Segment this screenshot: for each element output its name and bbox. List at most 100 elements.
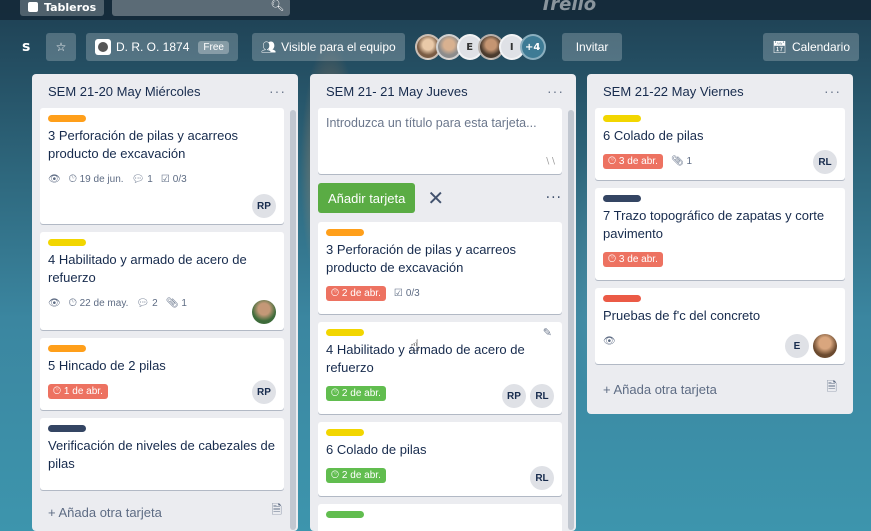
card-label[interactable] [326,511,364,518]
list-header[interactable]: SEM 21-22 May Viernes ··· [587,74,853,108]
due-date-badge[interactable]: 🕑︎ 2 de abr. [326,385,386,401]
member-avatar[interactable]: RL [530,466,554,490]
card-label[interactable] [48,425,86,432]
member-avatar[interactable] [252,300,276,324]
due-date-badge[interactable]: 🕑︎ 3 de abr. [603,153,663,169]
composer-actions: Añadir tarjeta ✕ ··· [310,182,570,214]
card-label[interactable] [48,115,86,122]
invite-button[interactable]: Invitar [561,33,623,61]
card-label[interactable] [603,115,641,122]
member-avatar[interactable]: RP [252,380,276,404]
card-label[interactable] [326,329,364,336]
search-icon: 🔍︎ [270,0,285,12]
card-list: 6 Colado de pilas 🕑︎ 3 de abr. 📎︎ 1 RL 7 T… [587,108,853,364]
visibility-button[interactable]: 👥︎ Visible para el equipo [251,33,405,61]
clock-icon: 🕑︎ [331,287,339,299]
list-card[interactable]: 7 Trazo topográfico de zapatas y corte p… [595,188,845,280]
due-date-text: 19 de jun. [79,173,124,185]
boards-button[interactable]: Tableros [20,0,105,16]
list-card[interactable]: 3 Perforación de pilas y acarreos produc… [40,108,284,224]
due-date-text: 1 de abr. [63,385,103,397]
checklist-badge: ☑ 0/3 [161,174,187,185]
trello-logo: Trello [540,0,597,15]
add-card-button[interactable]: + Añada otra tarjeta 🗎︎ [587,372,853,406]
star-button[interactable]: ☆ [46,33,76,61]
comment-icon: 💬︎ [136,297,150,309]
member-avatar[interactable]: RP [502,384,526,408]
due-date-badge[interactable]: 🕑︎ 3 de abr. [603,251,663,267]
card-label[interactable] [326,229,364,236]
list-card[interactable]: ✎ 4 Habilitado y armado de acero de refu… [318,322,562,414]
card-title: 6 Colado de pilas [326,442,427,457]
close-icon[interactable]: ✕ [427,186,444,210]
list-card[interactable]: 6 Colado de pilas 🕑︎ 2 de abr. RL [318,422,562,496]
edit-pencil-icon[interactable]: ✎ [543,326,552,339]
card-title: 5 Hincado de 2 pilas [48,358,166,373]
resize-handle-icon[interactable]: ∖∖ [545,152,556,170]
attachments-count: 1 [686,155,693,167]
hand-cursor-icon: ☝ [410,336,420,355]
add-card-button[interactable]: + Añada otra tarjeta 🗎︎ [32,495,298,529]
checklist-icon: ☑ [393,287,403,299]
list-card[interactable]: Pruebas de f'c del concreto 👁︎ E [595,288,845,364]
list-menu-icon[interactable]: ··· [824,83,841,99]
card-label[interactable] [603,295,641,302]
member-avatar[interactable]: E [785,334,809,358]
search-input[interactable]: 🔍︎ [112,0,291,16]
list-menu-icon[interactable]: ··· [547,83,564,99]
card-badges: 🕑︎ 2 de abr. [326,465,554,485]
list-card[interactable]: 5 Hincado de 2 pilas 🕑︎ 1 de abr. RP [40,338,284,410]
team-name: D. R. O. 1874 [116,40,190,54]
list-card[interactable]: Verificación de niveles de cabezales de … [40,418,284,490]
due-date-badge[interactable]: 🕑︎ 19 de jun. [69,174,124,185]
clock-icon: 🕑︎ [53,385,61,397]
card-title: 3 Perforación de pilas y acarreos produc… [48,128,239,161]
clock-icon: 🕑︎ [608,155,616,167]
list-card[interactable]: 4 Habilitado y armado de acero de refuer… [40,232,284,330]
team-button[interactable]: D. R. O. 1874 Free [86,33,238,61]
list-card[interactable]: 3 Perforación de pilas y acarreos produc… [318,222,562,314]
member-avatar[interactable]: RL [813,150,837,174]
boards-icon [28,2,38,12]
paperclip-icon: 📎︎ [670,155,684,167]
comments-badge: 💬︎ 1 [132,174,153,185]
due-date-text: 2 de abr. [341,469,381,481]
boards-label: Tableros [44,0,97,14]
visibility-label: Visible para el equipo [281,40,396,54]
list-header[interactable]: SEM 21- 21 May Jueves ··· [310,74,576,108]
list-title[interactable]: SEM 21-22 May Viernes [603,84,744,99]
list-title[interactable]: SEM 21-20 May Miércoles [48,84,200,99]
comments-count: 2 [152,297,158,309]
due-date-text: 3 de abr. [618,253,658,265]
list-title[interactable]: SEM 21- 21 May Jueves [326,84,468,99]
comments-count: 1 [147,173,153,185]
due-date-badge[interactable]: 🕑︎ 1 de abr. [48,383,108,399]
checklist-icon: ☑ [160,173,170,185]
card-title-input[interactable]: Introduzca un título para esta tarjeta..… [318,108,562,174]
more-members-badge[interactable]: +4 [519,34,546,60]
list-header[interactable]: SEM 21-20 May Miércoles ··· [32,74,298,108]
due-date-badge[interactable]: 🕑︎ 22 de may. [69,298,129,309]
card-title: 4 Habilitado y armado de acero de refuer… [48,252,247,285]
card-label[interactable] [48,239,86,246]
calendar-button[interactable]: 📅︎ Calendario [762,33,859,61]
member-avatar[interactable] [813,334,837,358]
list-card[interactable] [318,504,562,531]
clock-icon: 🕑︎ [331,387,339,399]
card-template-icon[interactable]: 🗎︎ [827,378,837,400]
list-card[interactable]: 6 Colado de pilas 🕑︎ 3 de abr. 📎︎ 1 RL [595,108,845,180]
more-options-icon[interactable]: ··· [546,190,562,206]
card-label[interactable] [603,195,641,202]
member-avatar[interactable]: RP [252,194,276,218]
member-avatar[interactable]: RL [530,384,554,408]
card-template-icon[interactable]: 🗎︎ [272,501,282,523]
list-menu-icon[interactable]: ··· [269,83,286,99]
due-date-badge[interactable]: 🕑︎ 2 de abr. [326,467,386,483]
card-badges: 🕑︎ 2 de abr. ☑ 0/3 [326,283,554,303]
due-date-badge[interactable]: 🕑︎ 2 de abr. [326,285,386,301]
add-card-submit-button[interactable]: Añadir tarjeta [318,183,416,213]
top-navigation-bar: Tableros 🔍︎ Trello [0,0,871,20]
card-label[interactable] [326,429,364,436]
board-title[interactable]: s [22,39,42,55]
card-label[interactable] [48,345,86,352]
